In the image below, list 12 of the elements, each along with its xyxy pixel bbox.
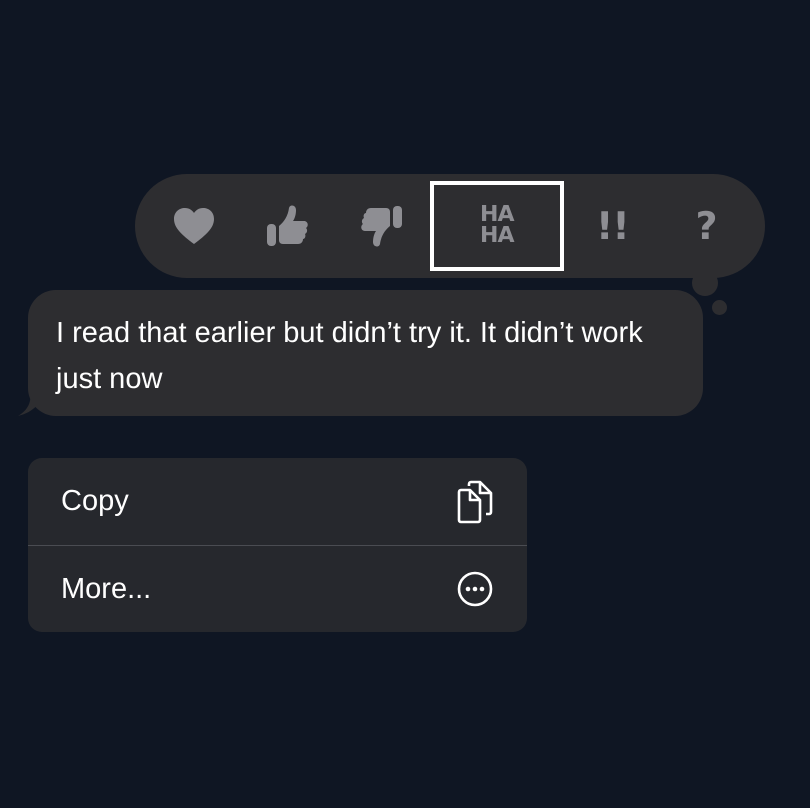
bubble-tail-dot: [712, 300, 727, 315]
reaction-button[interactable]: !!: [567, 181, 658, 271]
thumbs-up-icon: [266, 204, 310, 248]
message-text: I read that earlier but didn’t try it. It didn’t work just now: [56, 316, 644, 397]
copy-icon: [457, 480, 493, 524]
reaction-button[interactable]: ?: [660, 181, 751, 271]
thumbs-down-icon: [359, 204, 404, 248]
menu-item[interactable]: More...: [28, 545, 527, 632]
selected-reaction-button[interactable]: HA HA: [430, 181, 564, 271]
more-icon: [457, 571, 493, 607]
menu-item[interactable]: Copy: [28, 458, 527, 545]
heart-icon: [173, 207, 215, 245]
